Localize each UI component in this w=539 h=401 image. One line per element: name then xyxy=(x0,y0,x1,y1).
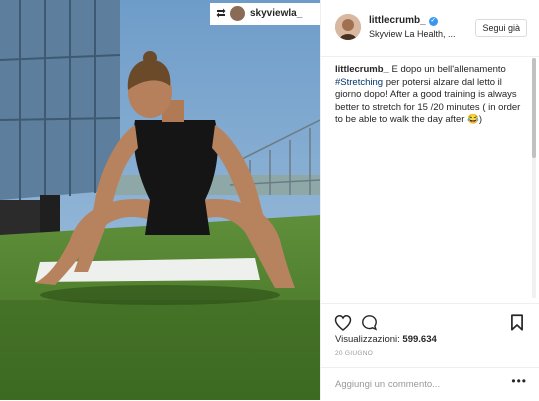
more-options-icon[interactable]: ••• xyxy=(511,374,527,388)
post-photo xyxy=(0,0,320,400)
username-text[interactable]: littlecrumb_ xyxy=(369,15,426,26)
caption-username[interactable]: littlecrumb_ xyxy=(335,64,389,75)
post-caption: littlecrumb_ E dopo un bell'allenamento … xyxy=(335,64,525,127)
repost-username: skyviewla_ xyxy=(250,8,303,19)
post-header: littlecrumb_ ✓ Skyview La Health, ... Seg… xyxy=(321,0,539,57)
post-media[interactable]: skyviewla_ xyxy=(0,0,320,400)
views-count[interactable]: Visualizzazioni: 599.634 xyxy=(335,334,437,345)
caption-hashtag[interactable]: #Stretching xyxy=(335,77,383,88)
views-label: Visualizzazioni: xyxy=(335,334,400,345)
comment-box: Aggiungi un commento... ••• xyxy=(321,367,539,401)
repost-icon xyxy=(216,8,226,18)
instagram-post: skyviewla_ littlecrumb_ ✓ Skyview La Heal… xyxy=(0,0,539,400)
avatar-image xyxy=(335,14,361,40)
repost-avatar xyxy=(230,6,245,21)
bookmark-icon[interactable] xyxy=(510,314,524,331)
scrollbar-thumb[interactable] xyxy=(532,58,536,158)
caption-text-1: E dopo un bell'allenamento xyxy=(388,64,506,75)
comment-icon[interactable] xyxy=(361,314,378,331)
post-date[interactable]: 20 GIUGNO xyxy=(335,350,373,357)
repost-badge[interactable]: skyviewla_ xyxy=(210,3,320,25)
post-username[interactable]: littlecrumb_ ✓ xyxy=(369,15,438,26)
following-button[interactable]: Segui già xyxy=(475,19,527,37)
avatar[interactable] xyxy=(335,14,361,40)
heart-icon[interactable] xyxy=(334,314,352,331)
views-value: 599.634 xyxy=(402,334,437,345)
post-sidebar: littlecrumb_ ✓ Skyview La Health, ... Seg… xyxy=(320,0,539,400)
post-location[interactable]: Skyview La Health, ... xyxy=(369,29,456,39)
comment-input[interactable]: Aggiungi un commento... xyxy=(335,379,440,390)
verified-icon: ✓ xyxy=(428,17,438,26)
caption-scrollbar[interactable] xyxy=(530,58,537,298)
